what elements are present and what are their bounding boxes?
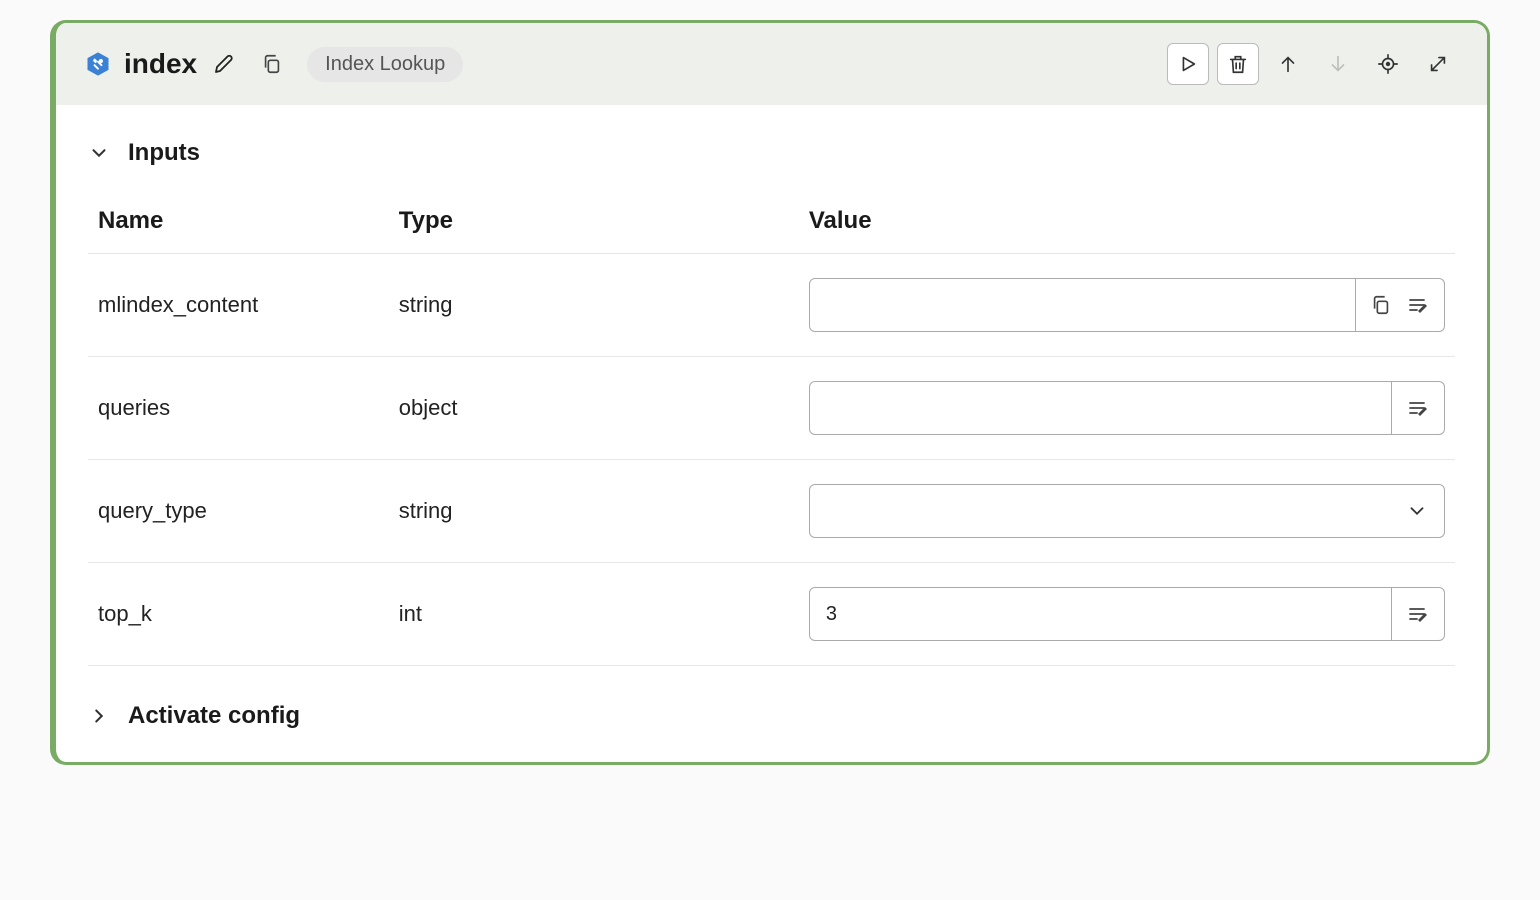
edit-value-button[interactable] (1406, 293, 1430, 317)
panel-header: index Index Lookup (56, 23, 1487, 105)
col-header-name: Name (88, 193, 389, 254)
input-type: int (389, 563, 799, 666)
col-header-type: Type (389, 193, 799, 254)
move-up-button[interactable] (1267, 43, 1309, 85)
activate-config-label: Activate config (128, 702, 300, 730)
input-name: top_k (88, 563, 389, 666)
table-row: query_type string (88, 460, 1455, 563)
edit-title-button[interactable] (207, 47, 241, 81)
delete-button[interactable] (1217, 43, 1259, 85)
node-type-tag: Index Lookup (307, 47, 463, 82)
chevron-right-icon (88, 705, 110, 727)
input-type: object (389, 357, 799, 460)
table-row: top_k int (88, 563, 1455, 666)
value-input-topk[interactable] (809, 587, 1392, 641)
table-row: queries object (88, 357, 1455, 460)
run-button[interactable] (1167, 43, 1209, 85)
inputs-section-toggle[interactable]: Inputs (56, 129, 1487, 193)
input-name: mlindex_content (88, 254, 389, 357)
value-input-suffix (1356, 278, 1445, 332)
col-header-value: Value (799, 193, 1455, 254)
input-type: string (389, 460, 799, 563)
edit-value-button[interactable] (1406, 396, 1430, 420)
inputs-table: Name Type Value mlindex_content string (88, 193, 1455, 666)
locate-button[interactable] (1367, 43, 1409, 85)
value-input-suffix (1392, 587, 1445, 641)
activate-config-toggle[interactable]: Activate config (56, 684, 1487, 738)
inputs-label: Inputs (128, 139, 200, 167)
expand-button[interactable] (1417, 43, 1459, 85)
input-type: string (389, 254, 799, 357)
table-row: mlindex_content string (88, 254, 1455, 357)
value-input-mlindex[interactable] (809, 278, 1356, 332)
value-input-suffix (1392, 381, 1445, 435)
chevron-down-icon (88, 142, 110, 164)
copy-button[interactable] (255, 47, 289, 81)
node-panel: index Index Lookup (50, 20, 1490, 765)
value-input-queries[interactable] (809, 381, 1392, 435)
input-name: query_type (88, 460, 389, 563)
copy-value-button[interactable] (1370, 294, 1392, 316)
tool-icon (84, 50, 112, 78)
node-title: index (124, 48, 197, 80)
value-select-querytype[interactable] (809, 484, 1445, 538)
input-name: queries (88, 357, 389, 460)
edit-value-button[interactable] (1406, 602, 1430, 626)
chevron-down-icon (1406, 500, 1428, 522)
move-down-button (1317, 43, 1359, 85)
header-actions (1167, 43, 1459, 85)
panel-body: Inputs Name Type Value mlindex_content s… (56, 105, 1487, 762)
